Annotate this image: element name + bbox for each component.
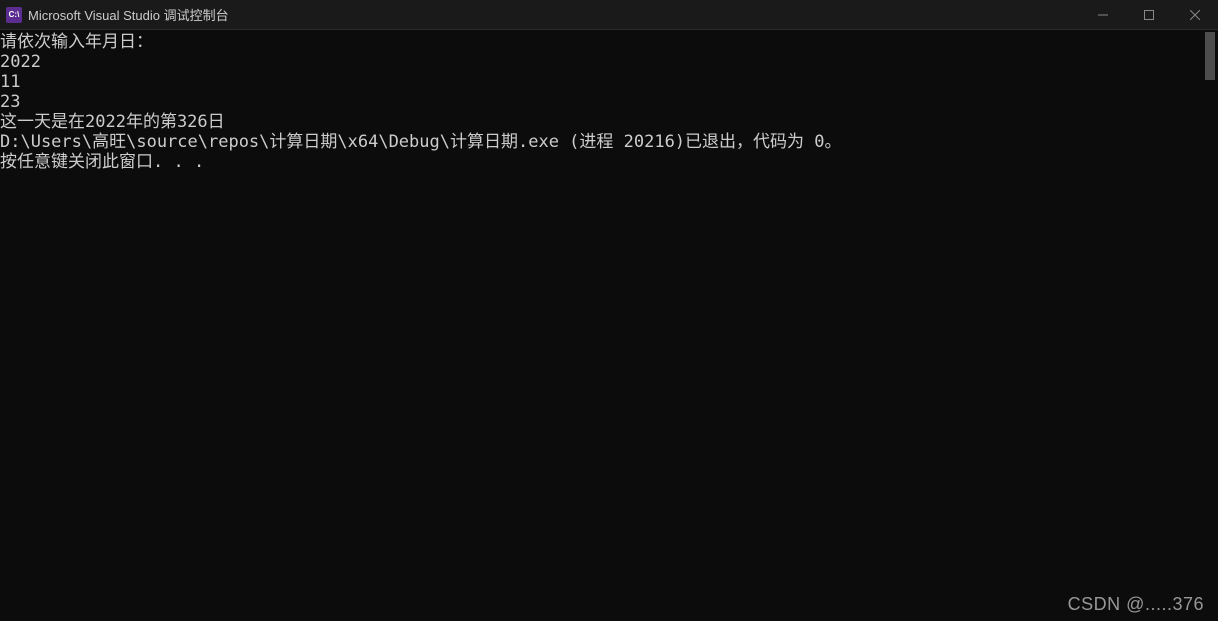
console-line: 请依次输入年月日： (0, 32, 1218, 52)
close-button[interactable] (1172, 0, 1218, 29)
maximize-icon (1144, 10, 1154, 20)
minimize-icon (1098, 10, 1108, 20)
console-line: D:\Users\高旺\source\repos\计算日期\x64\Debug\… (0, 132, 1218, 152)
window-controls (1080, 0, 1218, 29)
app-icon-label: C:\ (9, 10, 20, 19)
console-body[interactable]: 请依次输入年月日： 2022 11 23 这一天是在2022年的第326日 D:… (0, 30, 1218, 621)
console-line: 11 (0, 72, 1218, 92)
console-line: 按任意键关闭此窗口. . . (0, 152, 1218, 172)
titlebar-left: C:\ Microsoft Visual Studio 调试控制台 (6, 5, 229, 24)
minimize-button[interactable] (1080, 0, 1126, 29)
window-title: Microsoft Visual Studio 调试控制台 (28, 5, 229, 24)
close-icon (1190, 10, 1200, 20)
scrollbar-thumb[interactable] (1205, 32, 1215, 80)
titlebar: C:\ Microsoft Visual Studio 调试控制台 (0, 0, 1218, 30)
watermark: CSDN @.....376 (1068, 594, 1204, 615)
console-line: 23 (0, 92, 1218, 112)
console-line: 这一天是在2022年的第326日 (0, 112, 1218, 132)
app-icon: C:\ (6, 7, 22, 23)
scrollbar[interactable] (1203, 30, 1217, 621)
maximize-button[interactable] (1126, 0, 1172, 29)
console-line: 2022 (0, 52, 1218, 72)
